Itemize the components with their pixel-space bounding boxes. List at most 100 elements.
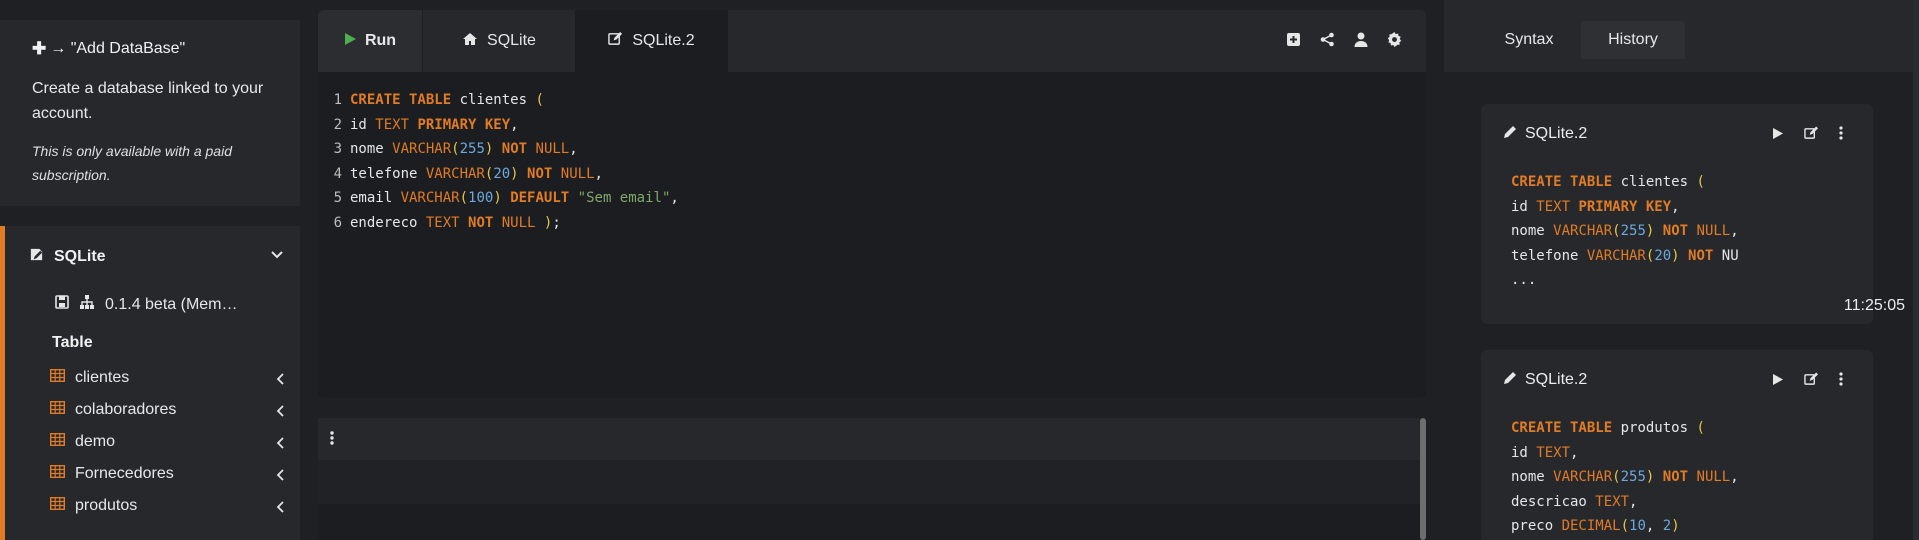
code-token: 100 [468,190,494,207]
table-name: clientes [75,369,130,386]
history-card-header: SQLite.2 [1503,124,1861,144]
code-token: 255 [1620,223,1646,240]
code-token: VARCHAR [392,141,452,158]
home-icon [462,32,478,51]
code-line: nome VARCHAR(255) NOT NULL, [1511,219,1739,244]
code-line: 1 CREATE TABLE clientes ( [318,88,1426,113]
chevron-left-icon[interactable] [276,404,285,422]
code-line: preco DECIMAL(10, 2) [1511,514,1739,539]
editor-toolbar [1286,32,1402,52]
history-card[interactable]: SQLite.2 CREATE TABLE produtos (id TEXT, n… [1481,350,1873,540]
database-version: 0.1.4 beta (Mem… [105,295,238,313]
code-token: ( [1612,223,1621,240]
chevron-left-icon[interactable] [276,436,285,454]
play-icon[interactable] [1772,127,1784,145]
tab-syntax[interactable]: Syntax [1484,21,1574,59]
left-sidebar: ✚ → "Add DataBase" Create a database lin… [0,0,300,540]
code-line: CREATE TABLE clientes ( [1511,170,1739,195]
right-scrollbar[interactable] [1913,0,1919,540]
results-menu-icon[interactable] [330,431,334,450]
table-item[interactable]: Fornecedores [49,458,295,490]
results-body [318,460,1420,504]
code-token: NOT [1662,469,1689,486]
promo-note: This is only available with a paid subsc… [32,143,232,183]
table-item[interactable]: produtos [49,490,295,522]
table-icon [49,368,66,387]
code-token: VARCHAR [400,190,460,207]
code-area[interactable]: 1 CREATE TABLE clientes (2 id TEXT PRIMARY… [318,88,1426,236]
code-token: NULL [501,214,536,231]
tab-history[interactable]: History [1581,21,1685,59]
tab-sqlite[interactable]: SQLite [422,10,575,72]
code-token: NOT [468,214,494,231]
code-token: preco [1511,518,1562,535]
edit-icon[interactable] [1804,372,1819,391]
chevron-left-icon[interactable] [276,372,285,390]
code-token: "Sem email" [577,190,671,207]
table-heading: Table [52,334,93,351]
code-token: CREATE TABLE [1511,174,1613,190]
save-icon[interactable] [55,295,69,314]
add-tab-icon[interactable] [1286,32,1301,52]
editor-tabbar: Run SQLite SQLite.2 [318,10,1426,72]
code-token: CREATE TABLE [350,92,452,108]
table-item[interactable]: clientes [49,362,295,394]
table-item[interactable]: colaboradores [49,394,295,426]
more-icon[interactable] [1839,126,1843,145]
add-database-link[interactable]: ✚ → "Add DataBase" [32,38,268,60]
tab-sqlite-label: SQLite [487,32,536,49]
code-token: ( [1696,174,1705,190]
code-line: nome VARCHAR(255) NOT NULL, [1511,465,1739,490]
history-timestamp: 11:25:05 [1843,297,1905,314]
table-icon [49,496,66,515]
code-token: DEFAULT [510,190,570,207]
database-header[interactable]: SQLite [29,246,288,268]
play-icon [344,32,357,51]
code-token: 2 [1662,518,1672,535]
share-icon[interactable] [1320,32,1335,52]
play-icon[interactable] [1772,373,1784,391]
chevron-left-icon[interactable] [276,468,285,486]
code-token: ( [459,190,469,207]
table-item[interactable]: demo [49,426,295,458]
code-token: nome [350,141,393,158]
table-list: clientes colaboradores demo Fornecedores pro… [49,362,295,522]
code-token: NOT [501,141,528,158]
code-token: NULL [535,141,570,158]
tab-sqlite-2[interactable]: SQLite.2 [575,10,728,72]
results-scrollbar[interactable] [1420,418,1426,540]
code-token: PRIMARY KEY [417,116,511,133]
chevron-left-icon[interactable] [276,500,285,518]
database-panel: SQLite 0.1.4 beta (Mem… Table clientes co… [0,226,300,540]
code-token: ( [1696,420,1705,436]
plus-icon: ✚ [32,39,47,58]
line-number: 3 [333,141,342,158]
code-token: , [594,165,603,182]
code-line: telefone VARCHAR(20) NOT NU [1511,244,1739,269]
table-icon [49,432,66,451]
code-token: id [1511,198,1537,215]
code-line: 2 id TEXT PRIMARY KEY, [318,113,1426,138]
schema-tree-icon[interactable] [79,294,95,315]
code-token: TEXT [1595,493,1630,510]
edit-icon[interactable] [1804,126,1819,145]
code-token: , [670,190,679,207]
database-meta: 0.1.4 beta (Mem… [55,294,238,315]
history-card[interactable]: SQLite.2 CREATE TABLE clientes (id TEXT P… [1481,104,1873,324]
line-number: 5 [333,190,342,207]
user-icon[interactable] [1354,32,1368,52]
table-name: produtos [75,497,138,514]
run-button[interactable]: Run [318,10,422,72]
right-panel: Syntax History SQLite.2 CREATE TABLE clie… [1444,0,1919,540]
more-icon[interactable] [1839,372,1843,391]
code-token: , [1629,493,1638,510]
chevron-down-icon[interactable] [270,248,284,267]
gear-icon[interactable] [1387,32,1402,52]
code-token: 10 [1629,518,1646,535]
